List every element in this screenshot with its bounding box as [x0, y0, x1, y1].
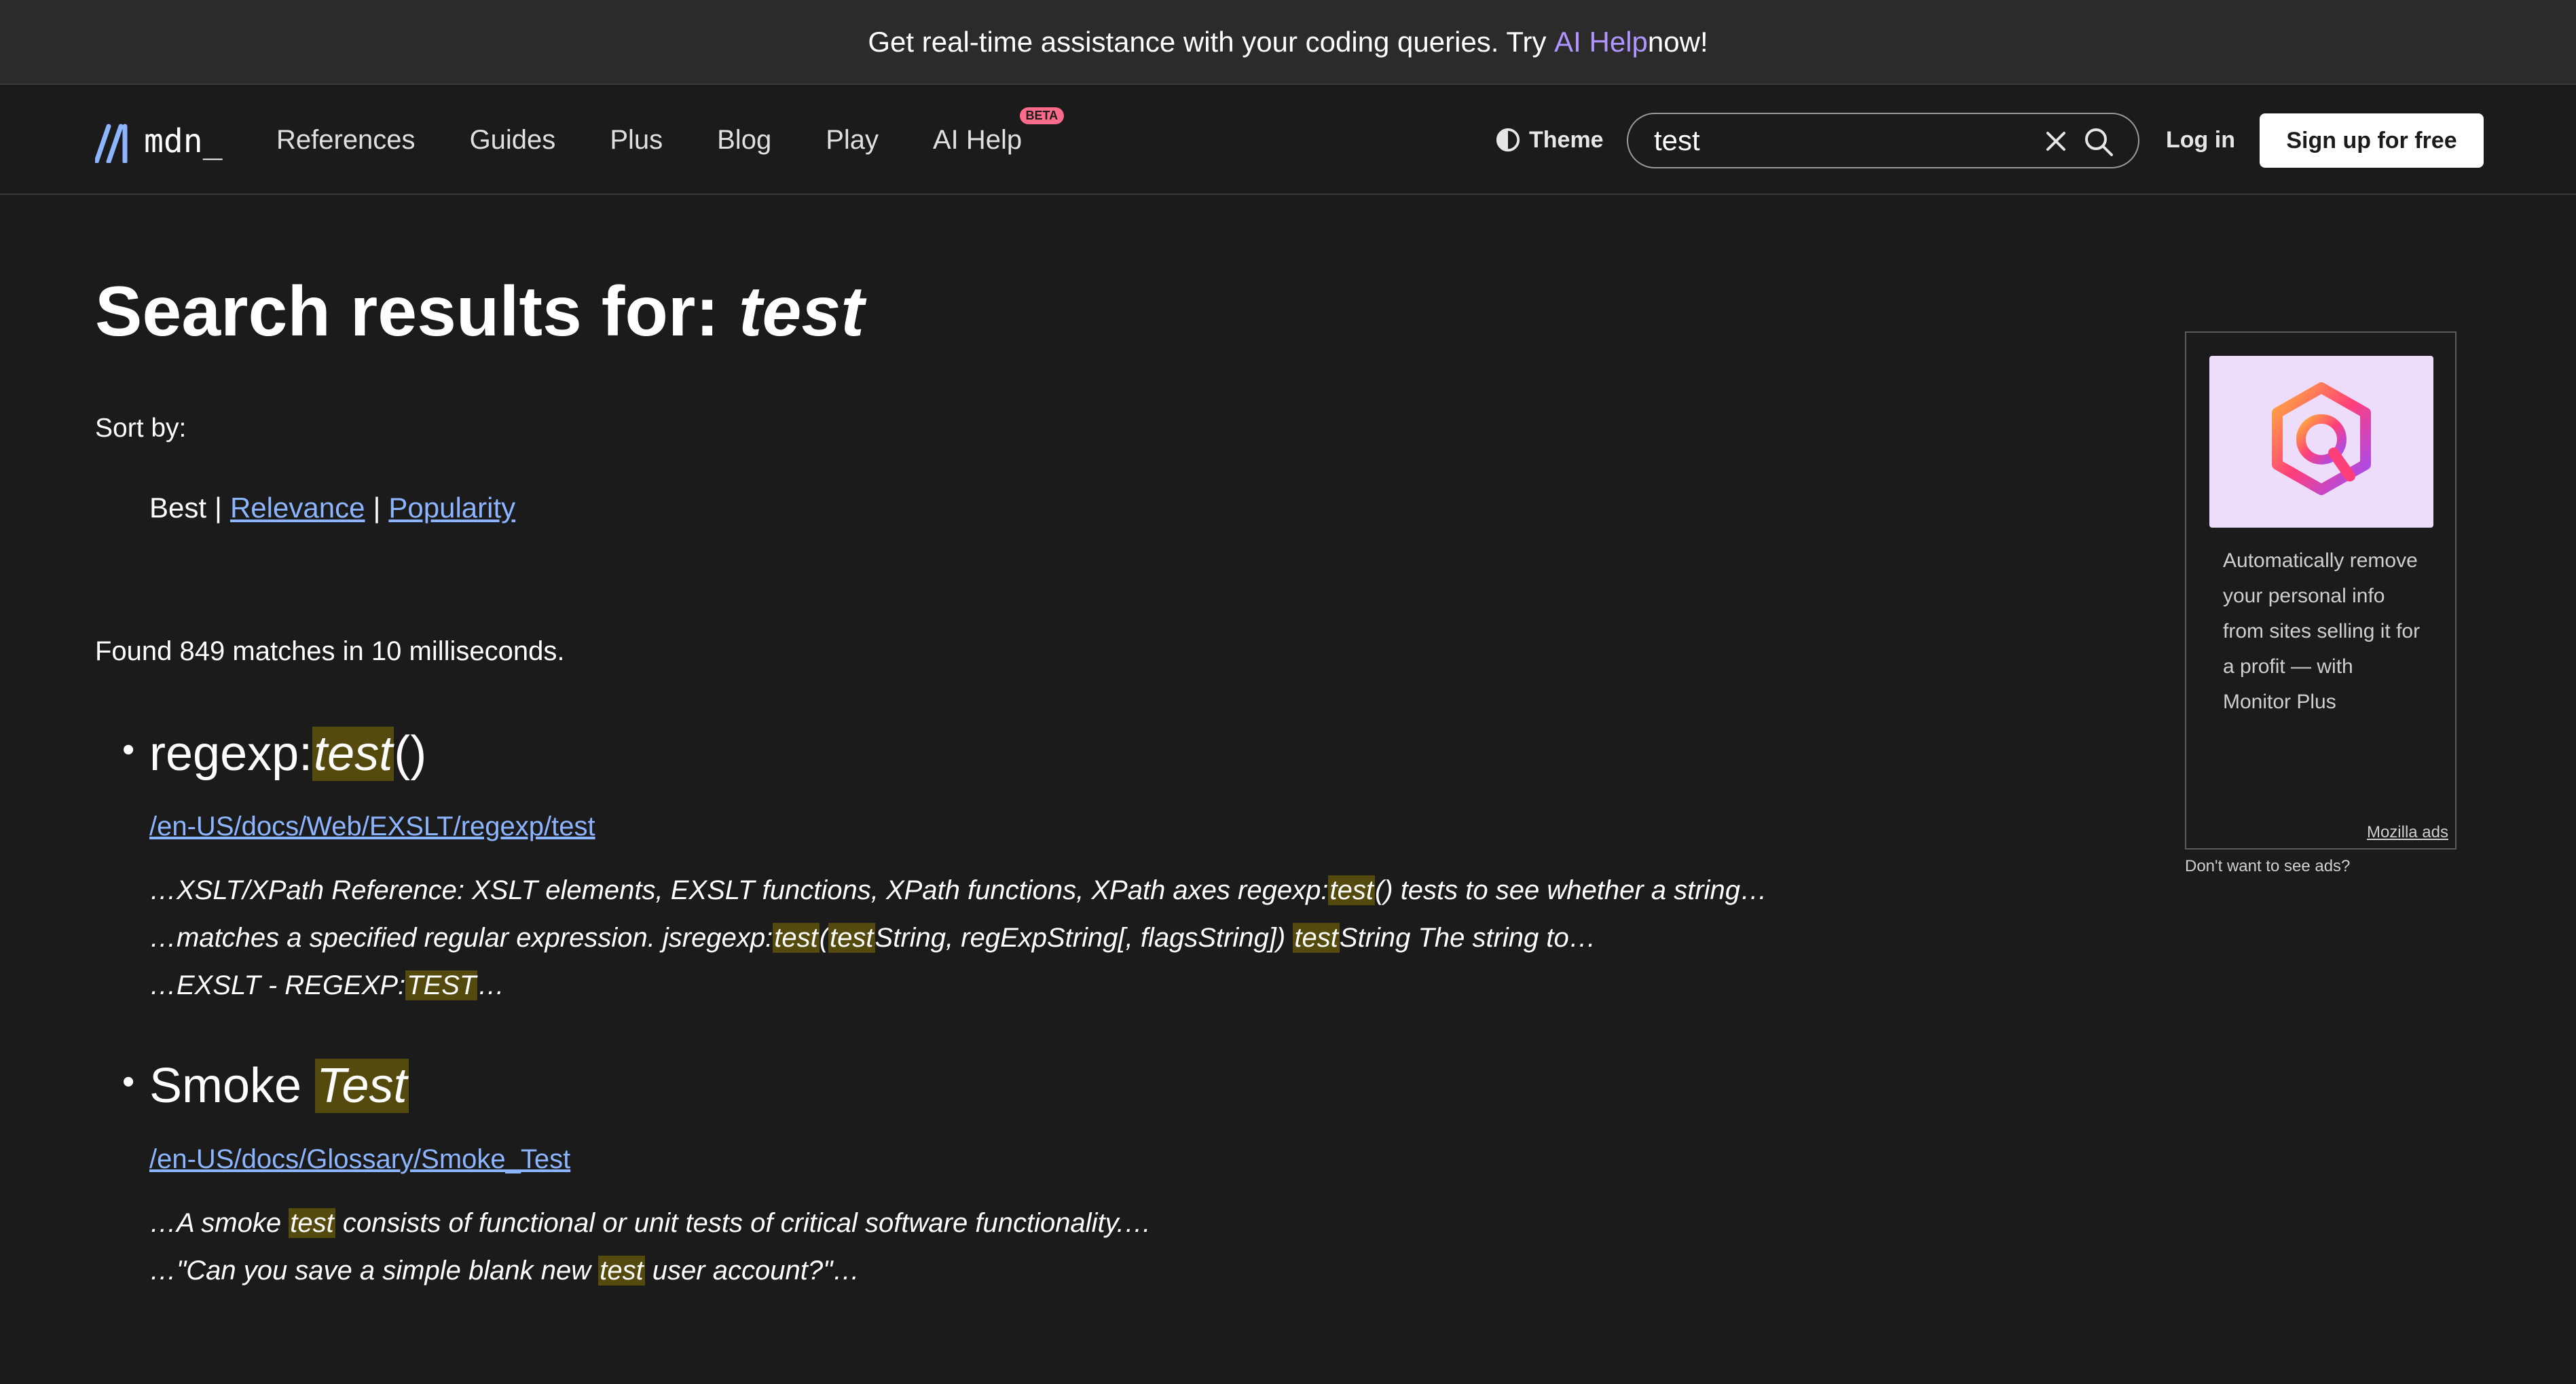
result-snippet: …A smoke test consists of functional or … — [149, 1199, 2132, 1247]
nav-plus[interactable]: Plus — [610, 125, 663, 156]
nav-guides[interactable]: Guides — [470, 125, 556, 156]
result-snippet: …EXSLT - REGEXP:TEST… — [149, 962, 2132, 1009]
page-title-query: test — [738, 272, 864, 351]
promo-banner: Get real-time assistance with your codin… — [0, 0, 2576, 85]
sort-separator: | — [373, 492, 381, 524]
snippet-text: user account?"… — [644, 1255, 860, 1286]
result-title[interactable]: regexp:test() — [95, 725, 2132, 783]
beta-badge: BETA — [1019, 107, 1065, 125]
result-title-suffix: () — [394, 727, 427, 781]
snippet-text: …EXSLT - REGEXP: — [149, 970, 406, 1001]
results-count: Found 849 matches in 10 milliseconds. — [95, 636, 565, 666]
mdn-logo[interactable]: mdn_ — [95, 115, 223, 163]
logo-text: mdn_ — [144, 122, 223, 160]
snippet-text: …matches a specified regular expression.… — [149, 923, 773, 953]
mdn-logo-icon — [95, 124, 128, 163]
nav-play[interactable]: Play — [826, 125, 879, 156]
snippet-highlight: test — [773, 923, 820, 953]
snippet-text: String The string to… — [1339, 923, 1596, 953]
theme-label: Theme — [1529, 126, 1604, 153]
snippet-highlight: test — [828, 923, 875, 953]
theme-icon — [1496, 128, 1520, 152]
ai-help-banner-link[interactable]: AI Help — [1554, 26, 1648, 58]
signup-button[interactable]: Sign up for free — [2260, 113, 2484, 168]
nav-blog[interactable]: Blog — [717, 125, 771, 156]
ad-panel[interactable]: Automatically remove your personal info … — [2185, 331, 2457, 850]
snippet-highlight: test — [1328, 875, 1375, 906]
search-icon[interactable] — [2083, 126, 2114, 158]
snippet-text: …A smoke — [149, 1207, 289, 1238]
no-ads-link[interactable]: Don't want to see ads? — [2185, 857, 2350, 876]
snippet-highlight: test — [1293, 923, 1340, 953]
result-snippet: …matches a specified regular expression.… — [149, 914, 2132, 962]
snippet-highlight: test — [289, 1207, 335, 1238]
sort-label: Sort by: — [95, 414, 187, 443]
monitor-plus-logo-icon — [2272, 382, 2371, 495]
mozilla-ads-link[interactable]: Mozilla ads — [2367, 823, 2448, 842]
snippet-text: () tests to see whether a string… — [1374, 875, 1767, 906]
snippet-text: ( — [819, 923, 829, 953]
result-title-highlight: Test — [315, 1059, 409, 1114]
result-url-link[interactable]: /en-US/docs/Glossary/Smoke_Test — [149, 1144, 570, 1175]
result-url-link[interactable]: /en-US/docs/Web/EXSLT/regexp/test — [149, 812, 595, 842]
result-snippets: …XSLT/XPath Reference: XSLT elements, EX… — [149, 867, 2132, 1009]
result-title-highlight: test — [312, 727, 394, 781]
sort-relevance-link[interactable]: Relevance — [230, 492, 365, 524]
top-nav: mdn_ References Guides Plus Blog Play AI… — [0, 85, 2576, 195]
result-snippet: …"Can you save a simple blank new test u… — [149, 1247, 2132, 1294]
nav-ai-help[interactable]: AI Help BETA — [933, 107, 1065, 156]
search-box — [1627, 113, 2139, 168]
result-title[interactable]: Smoke Test — [95, 1057, 2132, 1115]
result-snippets: …A smoke test consists of functional or … — [149, 1199, 2132, 1294]
banner-text: Get real-time assistance with your codin… — [868, 25, 1547, 58]
search-result: Smoke Test /en-US/docs/Glossary/Smoke_Te… — [95, 1057, 2132, 1294]
ad-text[interactable]: Automatically remove your personal info … — [2223, 543, 2427, 720]
sort-best: Best — [149, 492, 207, 524]
search-input[interactable] — [1654, 124, 2007, 157]
result-snippet: …XSLT/XPath Reference: XSLT elements, EX… — [149, 867, 2132, 914]
theme-button[interactable]: Theme — [1495, 85, 1604, 195]
nav-references[interactable]: References — [276, 125, 416, 156]
sort-options: Best | Relevance | Popularity — [149, 492, 515, 524]
result-title-text: Smoke — [149, 1059, 316, 1114]
snippet-text: consists of functional or unit tests of … — [335, 1207, 1152, 1238]
login-button[interactable]: Log in — [2166, 85, 2235, 195]
snippet-text: … — [477, 970, 505, 1001]
sort-separator: | — [215, 492, 222, 524]
banner-text-after: now! — [1647, 25, 1708, 58]
snippet-highlight: TEST — [405, 970, 478, 1001]
search-result: regexp:test() /en-US/docs/Web/EXSLT/rege… — [95, 725, 2132, 1009]
clear-icon[interactable] — [2042, 128, 2069, 155]
snippet-text: String, regExpString[, flagsString]) — [875, 923, 1293, 953]
ad-image[interactable] — [2209, 356, 2433, 528]
nav-links: References Guides Plus Blog Play AI Help… — [276, 85, 1076, 195]
nav-ai-help-label: AI Help — [933, 124, 1023, 155]
result-title-text: regexp: — [149, 727, 313, 781]
snippet-highlight: test — [598, 1255, 645, 1286]
page-title-prefix: Search results for: — [95, 272, 739, 351]
snippet-text: …"Can you save a simple blank new — [149, 1255, 599, 1286]
page-title: Search results for: test — [95, 276, 864, 347]
snippet-text: …XSLT/XPath Reference: XSLT elements, EX… — [149, 875, 1329, 906]
sort-popularity-link[interactable]: Popularity — [388, 492, 515, 524]
search-results: regexp:test() /en-US/docs/Web/EXSLT/rege… — [95, 725, 2132, 1294]
